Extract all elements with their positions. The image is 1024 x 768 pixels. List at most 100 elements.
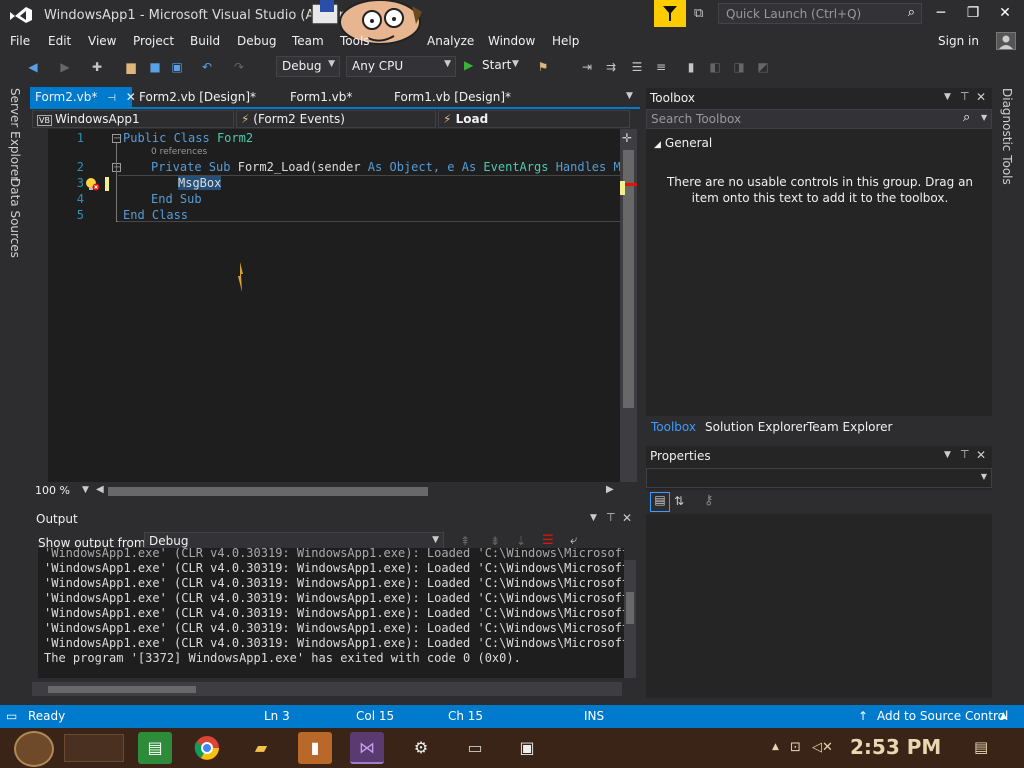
browser-link-icon[interactable]: ⚑ [534, 58, 552, 76]
undo-icon[interactable]: ↶ [198, 58, 216, 76]
start-button-icon[interactable] [14, 731, 54, 767]
codelens-references[interactable]: 0 references [151, 147, 207, 157]
toolbox-search-dropdown-icon[interactable]: ▼ [981, 113, 987, 122]
start-button[interactable]: Start [482, 58, 511, 72]
properties-object-select[interactable]: ▼ [646, 468, 992, 488]
comment-lines-icon[interactable]: ☰ [628, 58, 646, 76]
properties-pin-icon[interactable]: ⊤ [960, 448, 970, 461]
uncomment-lines-icon[interactable]: ≡ [652, 58, 670, 76]
menu-analyze[interactable]: Analyze [427, 34, 474, 48]
taskbar-app-icon[interactable]: ▮ [298, 732, 332, 764]
taskbar-file-explorer-icon[interactable]: ▰ [244, 732, 278, 764]
menu-tools[interactable]: Tools [340, 34, 370, 48]
prev-message-icon[interactable]: ⇟ [490, 534, 500, 548]
taskbar-clock[interactable]: 2:53 PM [850, 735, 941, 759]
properties-options-icon[interactable]: ▼ [944, 450, 951, 460]
quick-actions-lightbulb-icon[interactable] [84, 176, 102, 192]
open-file-icon[interactable]: ▆ [122, 58, 140, 76]
solution-configuration-select[interactable]: Debug ▼ [276, 56, 340, 77]
menu-team[interactable]: Team [292, 34, 324, 48]
editor-horizontal-scroll-thumb[interactable] [108, 487, 428, 496]
find-message-icon[interactable]: ⇞ [460, 534, 470, 548]
network-icon[interactable]: ⊡ [790, 740, 801, 755]
step-into-icon[interactable]: ⇥ [578, 58, 596, 76]
output-close-icon[interactable]: ✕ [622, 511, 632, 525]
save-all-icon[interactable]: ▣ [168, 58, 186, 76]
user-account-icon[interactable] [996, 32, 1016, 50]
start-dropdown-icon[interactable]: ▼ [512, 59, 519, 69]
tab-form2-design[interactable]: Form2.vb [Design]* [134, 87, 261, 107]
tab-solution-explorer[interactable]: Solution Explorer [705, 420, 808, 434]
volume-muted-icon[interactable]: ◁✕ [812, 740, 833, 755]
taskbar-monitor-icon[interactable]: ▭ [458, 732, 492, 764]
clear-all-icon[interactable]: ☰ [542, 533, 554, 548]
collapse-class-icon[interactable]: − [112, 134, 121, 144]
minimize-button[interactable]: ─ [926, 5, 956, 25]
tab-team-explorer[interactable]: Team Explorer [807, 420, 893, 434]
toolbox-options-icon[interactable]: ▼ [944, 92, 951, 102]
categorized-icon[interactable]: ▤ [650, 492, 670, 512]
navigate-forward-icon[interactable]: ▶ [56, 58, 74, 76]
next-message-icon[interactable]: ⇣ [516, 534, 526, 548]
navigate-back-icon[interactable]: ◀ [24, 58, 42, 76]
menu-project[interactable]: Project [133, 34, 174, 48]
tab-overflow-dropdown-icon[interactable]: ▼ [626, 91, 633, 101]
tab-form1-design[interactable]: Form1.vb [Design]* [389, 87, 516, 107]
member-dropdown[interactable]: ⚡ Load [438, 110, 630, 128]
step-over-icon[interactable]: ⇉ [602, 58, 620, 76]
taskbar-visual-studio-icon[interactable]: ⋈ [350, 732, 384, 764]
next-bookmark-icon[interactable]: ◨ [730, 58, 748, 76]
taskbar-sheets-icon[interactable]: ▤ [138, 732, 172, 764]
restore-button[interactable]: ❐ [958, 5, 988, 25]
property-pages-icon[interactable]: ⚷ [704, 493, 714, 508]
server-explorer-tab[interactable]: Server Explorer [8, 88, 22, 181]
alphabetical-icon[interactable]: ⇅ [674, 494, 684, 508]
toolbox-group-general[interactable]: ◢ General [654, 136, 712, 150]
split-editor-icon[interactable]: ✛ [622, 131, 632, 145]
solution-platform-select[interactable]: Any CPU ▼ [346, 56, 456, 77]
start-play-icon[interactable]: ▶ [464, 58, 473, 72]
menu-window[interactable]: Window [488, 34, 535, 48]
output-horizontal-scroll-thumb[interactable] [48, 686, 196, 693]
toolbox-close-icon[interactable]: ✕ [976, 90, 986, 104]
tab-toolbox[interactable]: Toolbox [651, 420, 696, 434]
new-project-icon[interactable]: ✚ [88, 58, 106, 76]
redo-icon[interactable]: ↷ [230, 58, 248, 76]
zoom-level[interactable]: 100 % [35, 484, 70, 497]
events-dropdown[interactable]: ⚡ (Form2 Events) [236, 110, 436, 128]
source-control-up-arrow-icon[interactable]: ↑ [858, 709, 868, 723]
save-icon[interactable]: ■ [146, 58, 164, 76]
menu-help[interactable]: Help [552, 34, 579, 48]
clear-bookmarks-icon[interactable]: ◩ [754, 58, 772, 76]
project-dropdown[interactable]: VB WindowsApp1 [32, 110, 234, 128]
output-text-area[interactable]: 'WindowsApp1.exe' (CLR v4.0.30319: Windo… [38, 548, 624, 678]
prev-bookmark-icon[interactable]: ◧ [706, 58, 724, 76]
feedback-icon[interactable]: ⧉ [694, 6, 712, 22]
toolbox-search-icon[interactable]: ⌕ [963, 110, 970, 125]
output-options-icon[interactable]: ▼ [590, 513, 597, 523]
pin-icon[interactable]: ⊣ [107, 93, 116, 104]
tab-form2-vb[interactable]: Form2.vb* ⊣ ✕ [30, 87, 136, 107]
output-vertical-scroll-thumb[interactable] [626, 592, 634, 624]
tab-form1-vb[interactable]: Form1.vb* [285, 87, 357, 107]
data-sources-tab[interactable]: Data Sources [8, 178, 22, 258]
properties-close-icon[interactable]: ✕ [976, 448, 986, 462]
output-pin-icon[interactable]: ⊤ [606, 511, 616, 524]
add-to-source-control-button[interactable]: Add to Source Control [877, 709, 1008, 723]
taskbar-window-icon[interactable]: ▣ [510, 732, 544, 764]
menu-debug[interactable]: Debug [237, 34, 276, 48]
taskbar-chrome-icon[interactable] [190, 732, 224, 764]
notifications-filter-button[interactable] [654, 0, 686, 27]
close-window-button[interactable]: ✕ [990, 5, 1020, 25]
sign-in-link[interactable]: Sign in [938, 34, 979, 48]
menu-build[interactable]: Build [190, 34, 220, 48]
menu-file[interactable]: File [10, 34, 30, 48]
quick-launch-input[interactable]: Quick Launch (Ctrl+Q) ⌕ [718, 3, 922, 24]
scroll-left-icon[interactable]: ◀ [96, 484, 104, 495]
show-hidden-icons-icon[interactable]: ▲ [772, 742, 779, 752]
scroll-right-icon[interactable]: ▶ [606, 484, 614, 495]
toolbox-pin-icon[interactable]: ⊤ [960, 90, 970, 103]
source-control-dropdown-icon[interactable]: ▲ [1000, 711, 1007, 721]
taskbar-settings-gear-icon[interactable]: ⚙ [404, 732, 438, 764]
diagnostic-tools-tab[interactable]: Diagnostic Tools [1000, 88, 1014, 185]
